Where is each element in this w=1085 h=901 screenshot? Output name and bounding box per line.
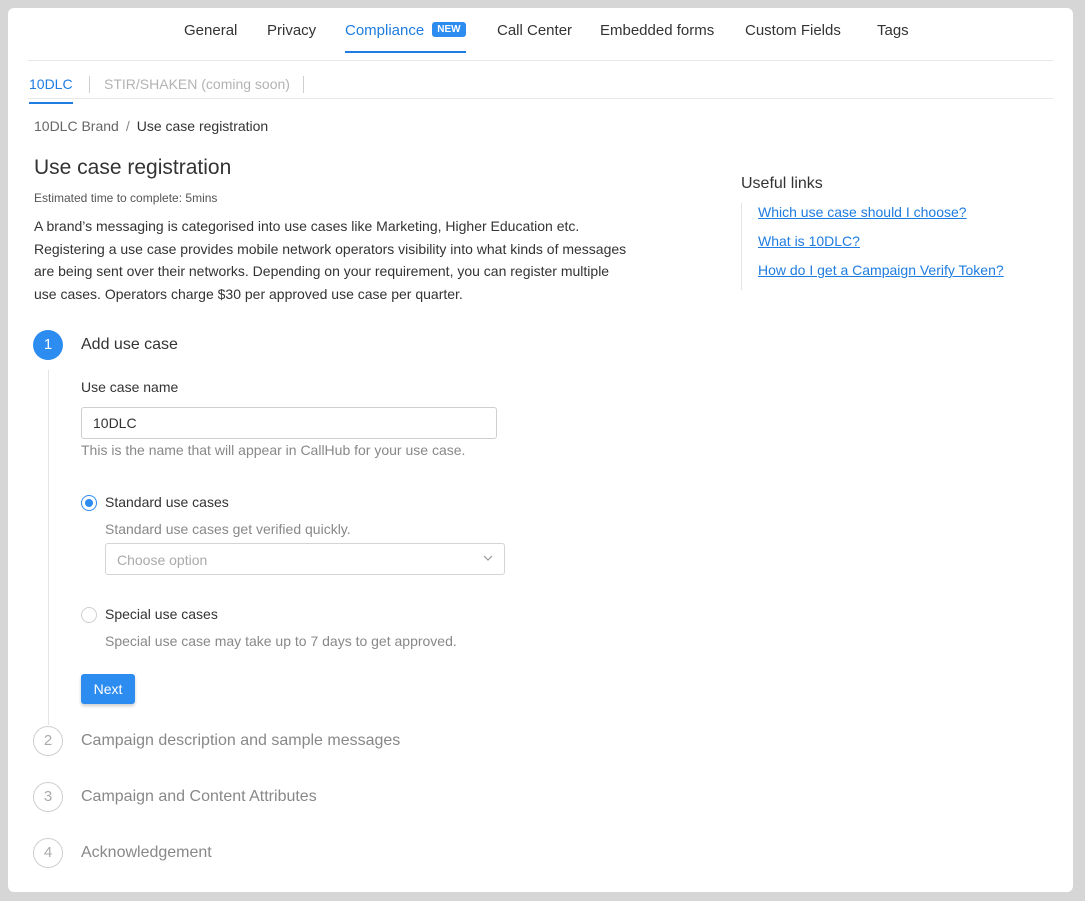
tab-label: Tags xyxy=(877,22,909,39)
step-4-indicator: 4 xyxy=(33,838,63,868)
tab-tags[interactable]: Tags xyxy=(877,21,909,51)
tab-label: Call Center xyxy=(497,22,573,39)
tab-label: General xyxy=(184,22,238,39)
step-2-title: Campaign description and sample messages xyxy=(81,732,401,749)
standard-use-cases-radio[interactable] xyxy=(81,495,97,511)
new-badge: NEW xyxy=(432,22,466,37)
standard-use-cases-label[interactable]: Standard use cases xyxy=(105,494,229,510)
tab-custom-fields[interactable]: Custom Fields xyxy=(745,21,841,51)
tab-call-center[interactable]: Call Center xyxy=(497,21,572,51)
tab-label: Compliance xyxy=(345,22,425,39)
settings-panel: General Privacy Compliance NEW Call Cente… xyxy=(8,8,1073,892)
estimated-time: Estimated time to complete: 5mins xyxy=(34,191,218,205)
use-case-name-label: Use case name xyxy=(81,379,179,395)
step-1-title: Add use case xyxy=(81,336,178,353)
page-title: Use case registration xyxy=(34,156,232,179)
tab-label: Privacy xyxy=(267,22,317,39)
tab-label: Custom Fields xyxy=(745,22,841,39)
subtab-10dlc[interactable]: 10DLC xyxy=(29,75,73,104)
special-use-cases-label[interactable]: Special use cases xyxy=(105,606,218,622)
link-campaign-verify-token[interactable]: How do I get a Campaign Verify Token? xyxy=(758,261,1004,279)
use-case-name-input[interactable] xyxy=(81,407,497,439)
breadcrumb-10dlc-brand[interactable]: 10DLC Brand xyxy=(34,118,119,134)
link-which-use-case[interactable]: Which use case should I choose? xyxy=(758,203,1004,221)
special-use-cases-help: Special use case may take up to 7 days t… xyxy=(105,633,457,649)
step-3-title: Campaign and Content Attributes xyxy=(81,788,317,805)
select-placeholder: Choose option xyxy=(117,552,208,568)
tab-label: Embedded forms xyxy=(600,22,715,39)
use-case-name-help: This is the name that will appear in Cal… xyxy=(81,442,466,458)
breadcrumb: 10DLC Brand / Use case registration xyxy=(34,118,268,134)
standard-use-cases-help: Standard use cases get verified quickly. xyxy=(105,521,351,537)
subtab-divider xyxy=(89,76,90,93)
next-button[interactable]: Next xyxy=(81,674,135,704)
breadcrumb-current: Use case registration xyxy=(136,118,269,134)
useful-links-list: Which use case should I choose? What is … xyxy=(741,203,1004,290)
sub-nav: 10DLC STIR/SHAKEN (coming soon) xyxy=(28,61,1053,104)
step-1-indicator: 1 xyxy=(33,330,63,360)
link-what-is-10dlc[interactable]: What is 10DLC? xyxy=(758,232,1004,250)
tab-privacy[interactable]: Privacy xyxy=(267,21,316,51)
tab-compliance[interactable]: Compliance NEW xyxy=(345,21,466,53)
breadcrumb-separator: / xyxy=(125,118,130,134)
subtab-stir-shaken: STIR/SHAKEN (coming soon) xyxy=(104,76,290,92)
tab-embedded-forms[interactable]: Embedded forms xyxy=(600,21,714,51)
tab-general[interactable]: General xyxy=(184,21,237,51)
standard-use-case-select[interactable]: Choose option xyxy=(105,543,505,575)
step-2-indicator: 2 xyxy=(33,726,63,756)
step-4-title: Acknowledgement xyxy=(81,844,212,861)
subtab-divider xyxy=(303,76,304,93)
special-use-cases-radio[interactable] xyxy=(81,607,97,623)
step-3-indicator: 3 xyxy=(33,782,63,812)
step-connector-line xyxy=(48,370,49,725)
useful-links-title: Useful links xyxy=(741,175,823,192)
top-nav: General Privacy Compliance NEW Call Cente… xyxy=(28,8,1053,61)
page-description: A brand’s messaging is categorised into … xyxy=(34,218,627,302)
chevron-down-icon xyxy=(483,555,493,561)
